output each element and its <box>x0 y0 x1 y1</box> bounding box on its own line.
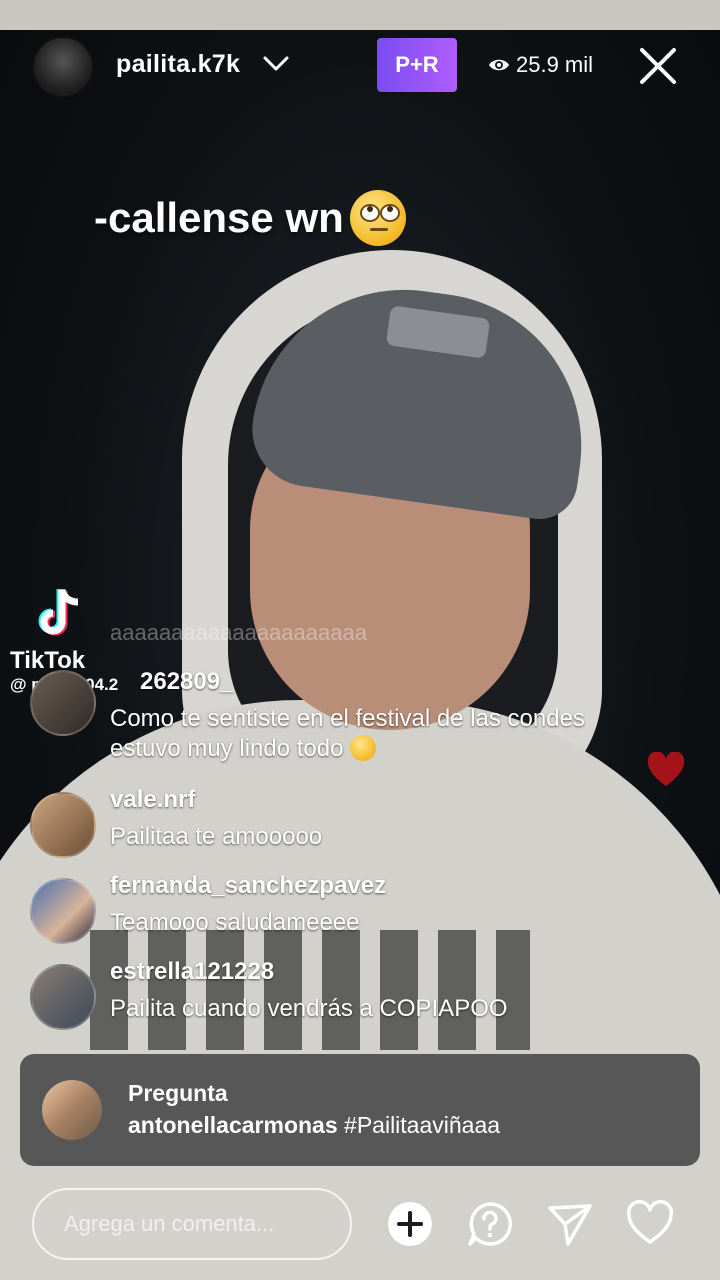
comment-username[interactable]: vale.nrf <box>110 786 195 814</box>
add-icon[interactable] <box>386 1200 434 1248</box>
video-caption: -callense wn <box>94 190 406 246</box>
close-icon[interactable] <box>636 44 680 88</box>
comment-username[interactable]: estrella121228 <box>110 958 274 986</box>
tiktok-logo-icon <box>38 588 79 636</box>
comment-text-content: Como te sentiste en el festival de las c… <box>110 705 585 762</box>
eye-icon <box>489 59 509 71</box>
collab-badge-label: P+R <box>395 52 439 77</box>
question-text: #Pailitaaviñaaa <box>344 1112 501 1138</box>
question-avatar <box>42 1080 102 1140</box>
comment-text: Teamooo saludameeee <box>110 909 360 936</box>
comment-username[interactable]: 262809_ <box>140 668 233 696</box>
comment-avatar[interactable] <box>30 670 96 736</box>
comment-input[interactable] <box>32 1188 352 1260</box>
eye-roll-emoji-icon <box>349 190 406 246</box>
comment-text: Pailita cuando vendrás a COPIAPOO <box>110 995 508 1022</box>
live-stream-screen: pailita.k7k P+R 25.9 mil -callense wn Ti… <box>0 0 720 1280</box>
comment-avatar[interactable] <box>30 964 96 1030</box>
floating-heart-icon <box>647 752 685 786</box>
comment-item[interactable]: 262809_ Como te sentiste en el festival … <box>30 668 630 778</box>
question-icon[interactable] <box>466 1200 514 1248</box>
chevron-down-icon[interactable] <box>262 52 290 74</box>
faded-comment: aaaaaaaaaaaaaaaaaaaaa <box>110 620 367 645</box>
streamer-avatar[interactable] <box>32 36 94 98</box>
question-line: antonellacarmonas #Pailitaaviñaaa <box>128 1112 500 1139</box>
streamer-username[interactable]: pailita.k7k <box>116 50 240 79</box>
send-icon[interactable] <box>546 1200 594 1248</box>
comment-item[interactable]: estrella121228 Pailita cuando vendrás a … <box>30 958 630 1038</box>
question-card[interactable]: Pregunta antonellacarmonas #Pailitaaviña… <box>20 1054 700 1166</box>
collab-badge[interactable]: P+R <box>377 38 457 92</box>
comment-text: Pailitaa te amooooo <box>110 823 323 850</box>
viewer-count[interactable]: 25.9 mil <box>488 52 593 78</box>
comment-avatar[interactable] <box>30 792 96 858</box>
comment-text: Como te sentiste en el festival de las c… <box>110 704 610 764</box>
pleading-emoji-icon <box>350 735 377 761</box>
comment-avatar[interactable] <box>30 878 96 944</box>
comment-item[interactable]: fernanda_sanchezpavez Teamooo saludameee… <box>30 872 630 952</box>
heart-icon[interactable] <box>626 1200 674 1248</box>
question-title: Pregunta <box>128 1080 228 1106</box>
comment-item[interactable]: vale.nrf Pailitaa te amooooo <box>30 786 630 866</box>
viewer-count-value: 25.9 mil <box>516 52 594 77</box>
question-username: antonellacarmonas <box>128 1112 338 1138</box>
comment-username[interactable]: fernanda_sanchezpavez <box>110 872 386 900</box>
caption-text: -callense wn <box>94 194 344 241</box>
